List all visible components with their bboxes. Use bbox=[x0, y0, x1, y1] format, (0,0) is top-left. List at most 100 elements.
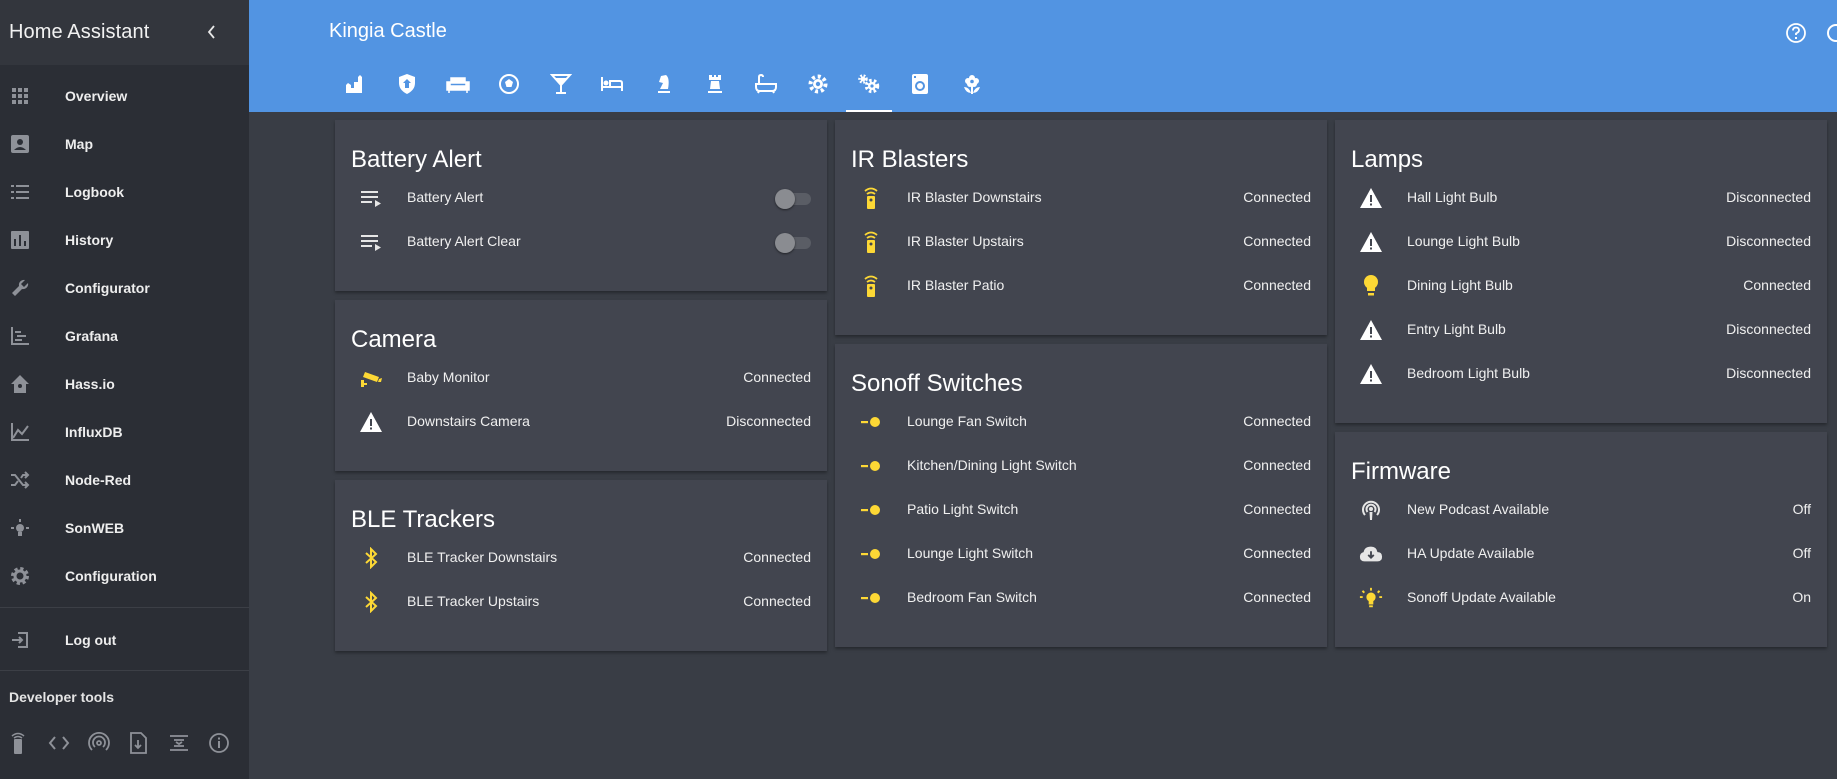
wrench-icon bbox=[12, 279, 29, 296]
entity-state: Connected bbox=[1243, 589, 1311, 605]
lightbulb-icon bbox=[1359, 274, 1383, 298]
entity-row[interactable]: Baby Monitor Connected bbox=[335, 356, 827, 400]
entity-row[interactable]: Patio Light Switch Connected bbox=[835, 488, 1327, 532]
entity-name: Battery Alert bbox=[407, 189, 484, 205]
entity-row[interactable]: Lounge Light Switch Connected bbox=[835, 532, 1327, 576]
dev-tool-info[interactable] bbox=[208, 730, 248, 756]
settings-icon bbox=[808, 74, 828, 94]
search-button[interactable] bbox=[1826, 22, 1837, 49]
entity-row[interactable]: BLE Tracker Downstairs Connected bbox=[335, 536, 827, 580]
soccer-icon bbox=[499, 74, 519, 94]
entity-row[interactable]: Kitchen/Dining Light Switch Connected bbox=[835, 444, 1327, 488]
search-icon bbox=[1827, 24, 1837, 42]
podcast-icon bbox=[1359, 498, 1383, 522]
entity-name: BLE Tracker Downstairs bbox=[407, 549, 558, 565]
sidebar-item-node-red[interactable]: Node-Red bbox=[0, 456, 249, 504]
help-button[interactable] bbox=[1785, 22, 1807, 49]
entity-row[interactable]: Lounge Light Bulb Disconnected bbox=[1335, 220, 1827, 264]
sidebar-item-influxdb[interactable]: InfluxDB bbox=[0, 408, 249, 456]
sidebar-divider bbox=[0, 607, 249, 608]
sidebar-item-history[interactable]: History bbox=[0, 216, 249, 264]
information-outline-icon bbox=[209, 733, 229, 753]
tab-garden[interactable] bbox=[948, 73, 996, 111]
entity-row[interactable]: Downstairs Camera Disconnected bbox=[335, 400, 827, 444]
sidebar-item-label: SonWEB bbox=[65, 520, 125, 536]
entity-row[interactable]: Battery Alert Clear bbox=[335, 220, 827, 264]
sidebar-item-sonweb[interactable]: SonWEB bbox=[0, 504, 249, 552]
entity-name: Sonoff Update Available bbox=[1407, 589, 1556, 605]
entity-row[interactable]: HA Update Available Off bbox=[1335, 532, 1827, 576]
sidebar-item-label: Logbook bbox=[65, 184, 125, 200]
remote-icon bbox=[859, 274, 883, 298]
app-header: Kingia Castle bbox=[249, 0, 1837, 112]
sidebar-item-logbook[interactable]: Logbook bbox=[0, 168, 249, 216]
entity-state: Connected bbox=[1243, 545, 1311, 561]
entity-row[interactable]: New Podcast Available Off bbox=[1335, 488, 1827, 532]
alert-icon bbox=[1359, 362, 1383, 386]
sidebar-item-hassio[interactable]: Hass.io bbox=[0, 360, 249, 408]
entity-row[interactable]: Battery Alert bbox=[335, 176, 827, 220]
dev-tool-mqtt[interactable] bbox=[88, 730, 128, 756]
entity-name: HA Update Available bbox=[1407, 545, 1535, 561]
sidebar-item-configuration[interactable]: Configuration bbox=[0, 552, 249, 600]
sidebar-item-label: Node-Red bbox=[65, 472, 132, 488]
dev-tool-states[interactable] bbox=[128, 730, 168, 756]
sidebar-item-label: InfluxDB bbox=[65, 424, 123, 440]
sidebar-item-map[interactable]: Map bbox=[0, 120, 249, 168]
sidebar-header: Home Assistant bbox=[0, 0, 249, 65]
entity-row[interactable]: Sonoff Update Available On bbox=[1335, 576, 1827, 620]
tab-lounge[interactable] bbox=[434, 73, 482, 111]
page-title: Kingia Castle bbox=[329, 20, 447, 42]
sidebar-item-configurator[interactable]: Configurator bbox=[0, 264, 249, 312]
entity-row[interactable]: Hall Light Bulb Disconnected bbox=[1335, 176, 1827, 220]
entity-row[interactable]: BLE Tracker Upstairs Connected bbox=[335, 580, 827, 624]
entity-state: Connected bbox=[743, 549, 811, 565]
entity-name: IR Blaster Patio bbox=[907, 277, 1005, 293]
tab-castle[interactable] bbox=[331, 73, 379, 111]
sofa-icon bbox=[446, 77, 470, 93]
dev-tool-events[interactable] bbox=[168, 730, 208, 756]
battery-alert-clear-toggle[interactable] bbox=[775, 233, 811, 253]
account-box-icon bbox=[11, 135, 29, 153]
entity-row[interactable]: Dining Light Bulb Connected bbox=[1335, 264, 1827, 308]
tab-bar[interactable] bbox=[537, 73, 585, 111]
entity-row[interactable]: Entry Light Bulb Disconnected bbox=[1335, 308, 1827, 352]
sidebar-item-grafana[interactable]: Grafana bbox=[0, 312, 249, 360]
entity-name: New Podcast Available bbox=[1407, 501, 1550, 517]
card-sonoff-switches: Sonoff Switches Lounge Fan Switch Connec… bbox=[835, 344, 1327, 647]
card-ble-trackers: BLE Trackers BLE Tracker Downstairs Conn… bbox=[335, 480, 827, 651]
light-switch-icon bbox=[859, 454, 883, 478]
glass-cocktail-icon bbox=[550, 74, 572, 94]
tab-soccer[interactable] bbox=[485, 73, 533, 111]
tab-bathroom[interactable] bbox=[742, 73, 790, 111]
card-lamps: Lamps Hall Light Bulb Disconnected Loung… bbox=[1335, 120, 1827, 423]
entity-state: Disconnected bbox=[1726, 365, 1811, 381]
entity-row[interactable]: IR Blaster Downstairs Connected bbox=[835, 176, 1327, 220]
tab-settings[interactable] bbox=[794, 73, 842, 111]
tab-laundry[interactable] bbox=[896, 73, 944, 111]
entity-state: Connected bbox=[1243, 413, 1311, 429]
bed-icon bbox=[601, 77, 623, 91]
sidebar-item-logout[interactable]: Log out bbox=[0, 616, 249, 664]
tab-bedroom[interactable] bbox=[588, 73, 636, 111]
light-switch-icon bbox=[859, 586, 883, 610]
battery-alert-toggle[interactable] bbox=[775, 189, 811, 209]
dev-tool-services[interactable] bbox=[8, 730, 48, 756]
entity-state: Disconnected bbox=[726, 413, 811, 429]
entity-name: Hall Light Bulb bbox=[1407, 189, 1498, 205]
sidebar-item-overview[interactable]: Overview bbox=[0, 72, 249, 120]
entity-row[interactable]: Bedroom Fan Switch Connected bbox=[835, 576, 1327, 620]
tab-settings-multiple[interactable] bbox=[845, 73, 893, 112]
tab-knight[interactable] bbox=[640, 73, 688, 111]
collapse-sidebar-button[interactable] bbox=[200, 18, 224, 46]
entity-row[interactable]: IR Blaster Patio Connected bbox=[835, 264, 1327, 308]
sidebar-item-label: Overview bbox=[65, 88, 128, 104]
entity-row[interactable]: Bedroom Light Bulb Disconnected bbox=[1335, 352, 1827, 396]
entity-row[interactable]: IR Blaster Upstairs Connected bbox=[835, 220, 1327, 264]
dev-tool-template[interactable] bbox=[48, 730, 88, 756]
tab-rook[interactable] bbox=[691, 73, 739, 111]
entity-row[interactable]: Lounge Fan Switch Connected bbox=[835, 400, 1327, 444]
entity-name: Bedroom Light Bulb bbox=[1407, 365, 1530, 381]
tab-security[interactable] bbox=[383, 73, 431, 111]
sidebar-divider bbox=[0, 670, 249, 671]
